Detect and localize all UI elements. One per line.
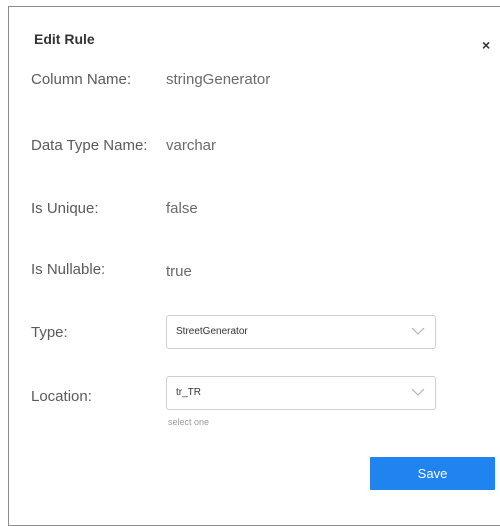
is-unique-label: Is Unique: <box>31 200 99 217</box>
data-type-name-value: varchar <box>166 137 217 154</box>
type-select[interactable]: StreetGenerator <box>166 315 436 349</box>
chevron-down-icon <box>411 388 425 396</box>
is-nullable-label: Is Nullable: <box>31 261 106 278</box>
is-nullable-value: true <box>166 263 192 280</box>
type-select-value: StreetGenerator <box>176 326 248 337</box>
column-name-label: Column Name: <box>31 71 132 88</box>
dialog-title: Edit Rule <box>34 31 95 47</box>
edit-rule-dialog: Edit Rule × Column Name: stringGenerator… <box>8 6 500 526</box>
location-select[interactable]: tr_TR <box>166 376 436 410</box>
location-select-value: tr_TR <box>176 387 201 398</box>
chevron-down-icon <box>411 327 425 335</box>
location-hint: select one <box>168 417 210 427</box>
type-label: Type: <box>31 324 68 341</box>
close-icon[interactable]: × <box>482 38 490 52</box>
data-type-name-label: Data Type Name: <box>31 137 148 154</box>
save-button[interactable]: Save <box>370 457 495 490</box>
location-label: Location: <box>31 388 92 405</box>
is-unique-value: false <box>166 200 198 217</box>
column-name-value: stringGenerator <box>166 71 271 88</box>
